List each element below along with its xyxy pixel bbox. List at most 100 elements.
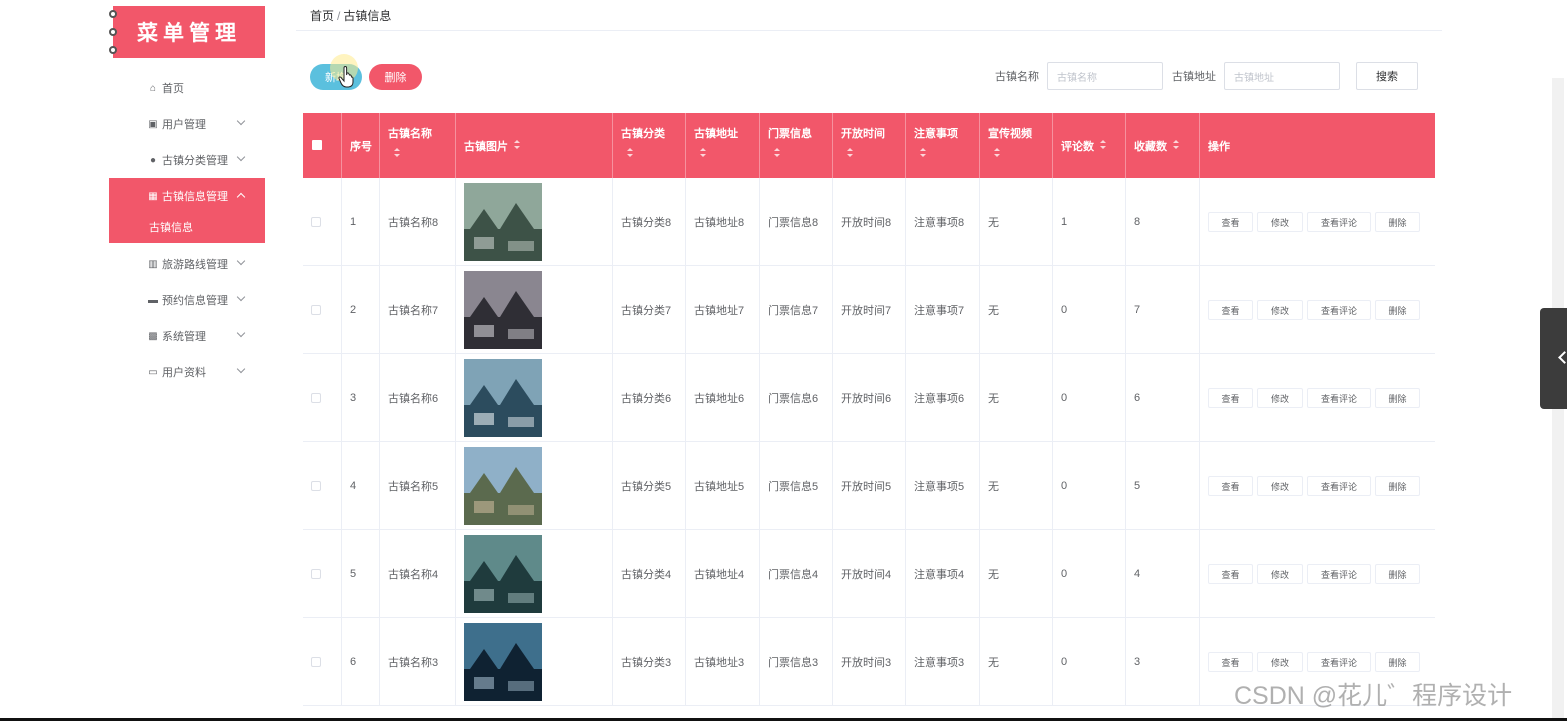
sidebar-item-label: 古镇分类管理 <box>162 155 228 167</box>
delete-row-button[interactable]: 删除 <box>1375 476 1420 496</box>
edit-button[interactable]: 修改 <box>1257 476 1303 496</box>
row-checkbox[interactable] <box>311 481 321 491</box>
delete-row-button[interactable]: 删除 <box>1375 564 1420 584</box>
chevron-down-icon <box>236 116 246 126</box>
view-comments-button[interactable]: 查看评论 <box>1307 388 1371 408</box>
header-category[interactable]: 古镇分类 <box>613 113 686 178</box>
view-button[interactable]: 查看 <box>1208 652 1253 672</box>
sidebar-item-user-profile[interactable]: ▭ 用户资料 <box>109 354 265 390</box>
sidebar-item-category-management[interactable]: ● 古镇分类管理 <box>109 142 265 178</box>
sort-icon[interactable] <box>700 148 706 157</box>
edit-button[interactable]: 修改 <box>1257 300 1303 320</box>
cell-image <box>456 530 613 618</box>
delete-button[interactable]: 删除 <box>369 64 422 90</box>
row-checkbox-cell <box>303 354 342 442</box>
sidebar-item-user-management[interactable]: ▣ 用户管理 <box>109 106 265 142</box>
edit-button[interactable]: 修改 <box>1257 564 1303 584</box>
cell-text: 3 <box>1134 656 1141 668</box>
sort-icon[interactable] <box>1173 140 1179 149</box>
table-row: 5 古镇名称4 古镇分类4 古镇地址4 门票信息4 开放时间4 注意事项4 无 0 4 查看 修改 查看… <box>303 530 1435 618</box>
town-thumbnail[interactable] <box>464 623 542 701</box>
cell-category: 古镇分类6 <box>613 354 686 442</box>
view-button[interactable]: 查看 <box>1208 476 1253 496</box>
header-favorites[interactable]: 收藏数 <box>1126 113 1200 178</box>
sort-icon[interactable] <box>994 148 1000 157</box>
cell-text: 4 <box>1134 568 1141 580</box>
edit-button[interactable]: 修改 <box>1257 212 1303 232</box>
view-button[interactable]: 查看 <box>1208 212 1253 232</box>
town-thumbnail[interactable] <box>464 535 542 613</box>
cell-video: 无 <box>980 178 1053 266</box>
delete-row-button[interactable]: 删除 <box>1375 212 1420 232</box>
cell-image <box>456 354 613 442</box>
view-comments-button[interactable]: 查看评论 <box>1307 212 1371 232</box>
view-comments-button[interactable]: 查看评论 <box>1307 652 1371 672</box>
sort-icon[interactable] <box>847 148 853 157</box>
row-checkbox[interactable] <box>311 305 321 315</box>
delete-row-button[interactable]: 删除 <box>1375 300 1420 320</box>
cell-comments: 0 <box>1053 442 1126 530</box>
cell-text: 2 <box>350 304 357 316</box>
town-thumbnail[interactable] <box>464 359 542 437</box>
row-checkbox[interactable] <box>311 393 321 403</box>
town-thumbnail[interactable] <box>464 447 542 525</box>
view-button[interactable]: 查看 <box>1208 388 1253 408</box>
town-thumbnail[interactable] <box>464 183 542 261</box>
sidebar-item-home[interactable]: ⌂ 首页 <box>109 70 265 106</box>
cell-text: 开放时间7 <box>841 305 892 317</box>
row-checkbox[interactable] <box>311 569 321 579</box>
cell-notes: 注意事项8 <box>906 178 980 266</box>
row-checkbox[interactable] <box>311 217 321 227</box>
table-row: 4 古镇名称5 古镇分类5 古镇地址5 门票信息5 开放时间5 注意事项5 无 0 5 查看 修改 查看… <box>303 442 1435 530</box>
sidebar-item-town-info-management[interactable]: ▦ 古镇信息管理 <box>109 178 265 214</box>
edit-button[interactable]: 修改 <box>1257 388 1303 408</box>
sidebar-subitem-town-info[interactable]: 古镇信息 <box>109 211 265 243</box>
header-open-time[interactable]: 开放时间 <box>833 113 906 178</box>
chevron-down-icon <box>236 292 246 302</box>
select-all-checkbox[interactable] <box>312 140 322 150</box>
cell-open-time: 开放时间5 <box>833 442 906 530</box>
cell-address: 古镇地址6 <box>686 354 760 442</box>
sort-icon[interactable] <box>1100 140 1106 149</box>
cell-text: 古镇名称4 <box>388 569 439 581</box>
cell-text: 注意事项4 <box>914 569 965 581</box>
sidebar-item-booking-management[interactable]: ▬ 预约信息管理 <box>109 282 265 318</box>
delete-row-button[interactable]: 删除 <box>1375 652 1420 672</box>
header-notes[interactable]: 注意事项 <box>906 113 980 178</box>
header-image[interactable]: 古镇图片 <box>456 113 613 178</box>
view-button[interactable]: 查看 <box>1208 564 1253 584</box>
cell-image <box>456 178 613 266</box>
search-button[interactable]: 搜索 <box>1356 62 1418 90</box>
search-address-input[interactable]: 古镇地址 <box>1224 62 1340 90</box>
sort-icon[interactable] <box>774 148 780 157</box>
header-address[interactable]: 古镇地址 <box>686 113 760 178</box>
sidebar-item-system-management[interactable]: ▩ 系统管理 <box>109 318 265 354</box>
view-comments-button[interactable]: 查看评论 <box>1307 476 1371 496</box>
cell-video: 无 <box>980 266 1053 354</box>
cell-text: 0 <box>1061 392 1068 404</box>
sidebar-item-route-management[interactable]: ▥ 旅游路线管理 <box>109 246 265 282</box>
town-thumbnail[interactable] <box>464 271 542 349</box>
sort-icon[interactable] <box>394 148 400 157</box>
edit-button[interactable]: 修改 <box>1257 652 1303 672</box>
breadcrumb-home[interactable]: 首页 <box>310 9 334 23</box>
search-address-label: 古镇地址 <box>1172 71 1216 83</box>
cell-name: 古镇名称8 <box>380 178 456 266</box>
sort-icon[interactable] <box>920 148 926 157</box>
header-ticket[interactable]: 门票信息 <box>760 113 833 178</box>
side-collapse-tab[interactable] <box>1540 308 1567 409</box>
header-video[interactable]: 宣传视频 <box>980 113 1053 178</box>
sidebar-logo: 菜单管理 <box>109 6 265 58</box>
cell-text: 0 <box>1061 568 1068 580</box>
delete-row-button[interactable]: 删除 <box>1375 388 1420 408</box>
sort-icon[interactable] <box>627 148 633 157</box>
search-name-input[interactable]: 古镇名称 <box>1047 62 1163 90</box>
view-button[interactable]: 查看 <box>1208 300 1253 320</box>
sort-icon[interactable] <box>514 140 520 149</box>
view-comments-button[interactable]: 查看评论 <box>1307 300 1371 320</box>
row-checkbox[interactable] <box>311 657 321 667</box>
view-comments-button[interactable]: 查看评论 <box>1307 564 1371 584</box>
header-name[interactable]: 古镇名称 <box>380 113 456 178</box>
grid-icon: ▦ <box>148 190 158 202</box>
header-comments[interactable]: 评论数 <box>1053 113 1126 178</box>
